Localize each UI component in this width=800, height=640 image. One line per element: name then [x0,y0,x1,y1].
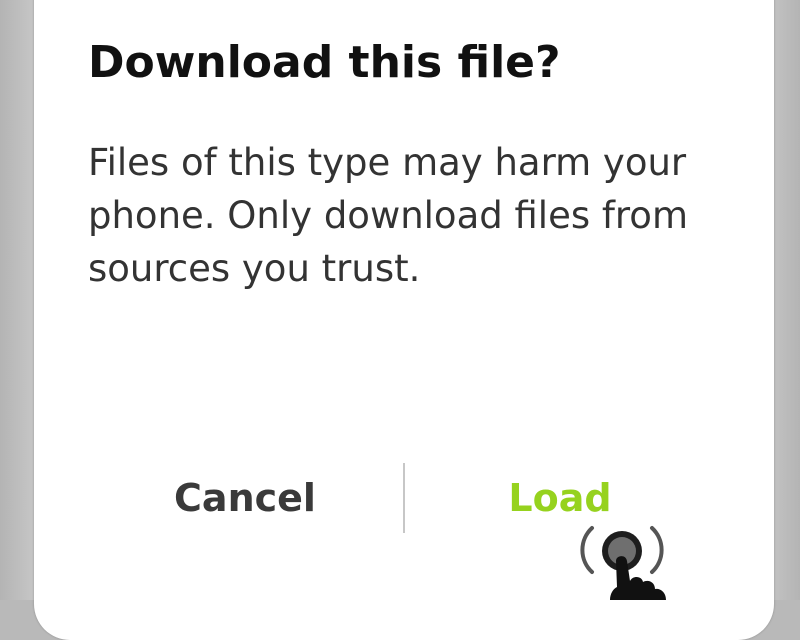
tap-gesture-icon [580,526,666,600]
cancel-button[interactable]: Cancel [120,466,370,530]
dialog-message: Files of this type may harm your phone. … [88,141,688,290]
dialog-title: Download this file? [88,37,561,88]
button-divider [403,463,405,533]
